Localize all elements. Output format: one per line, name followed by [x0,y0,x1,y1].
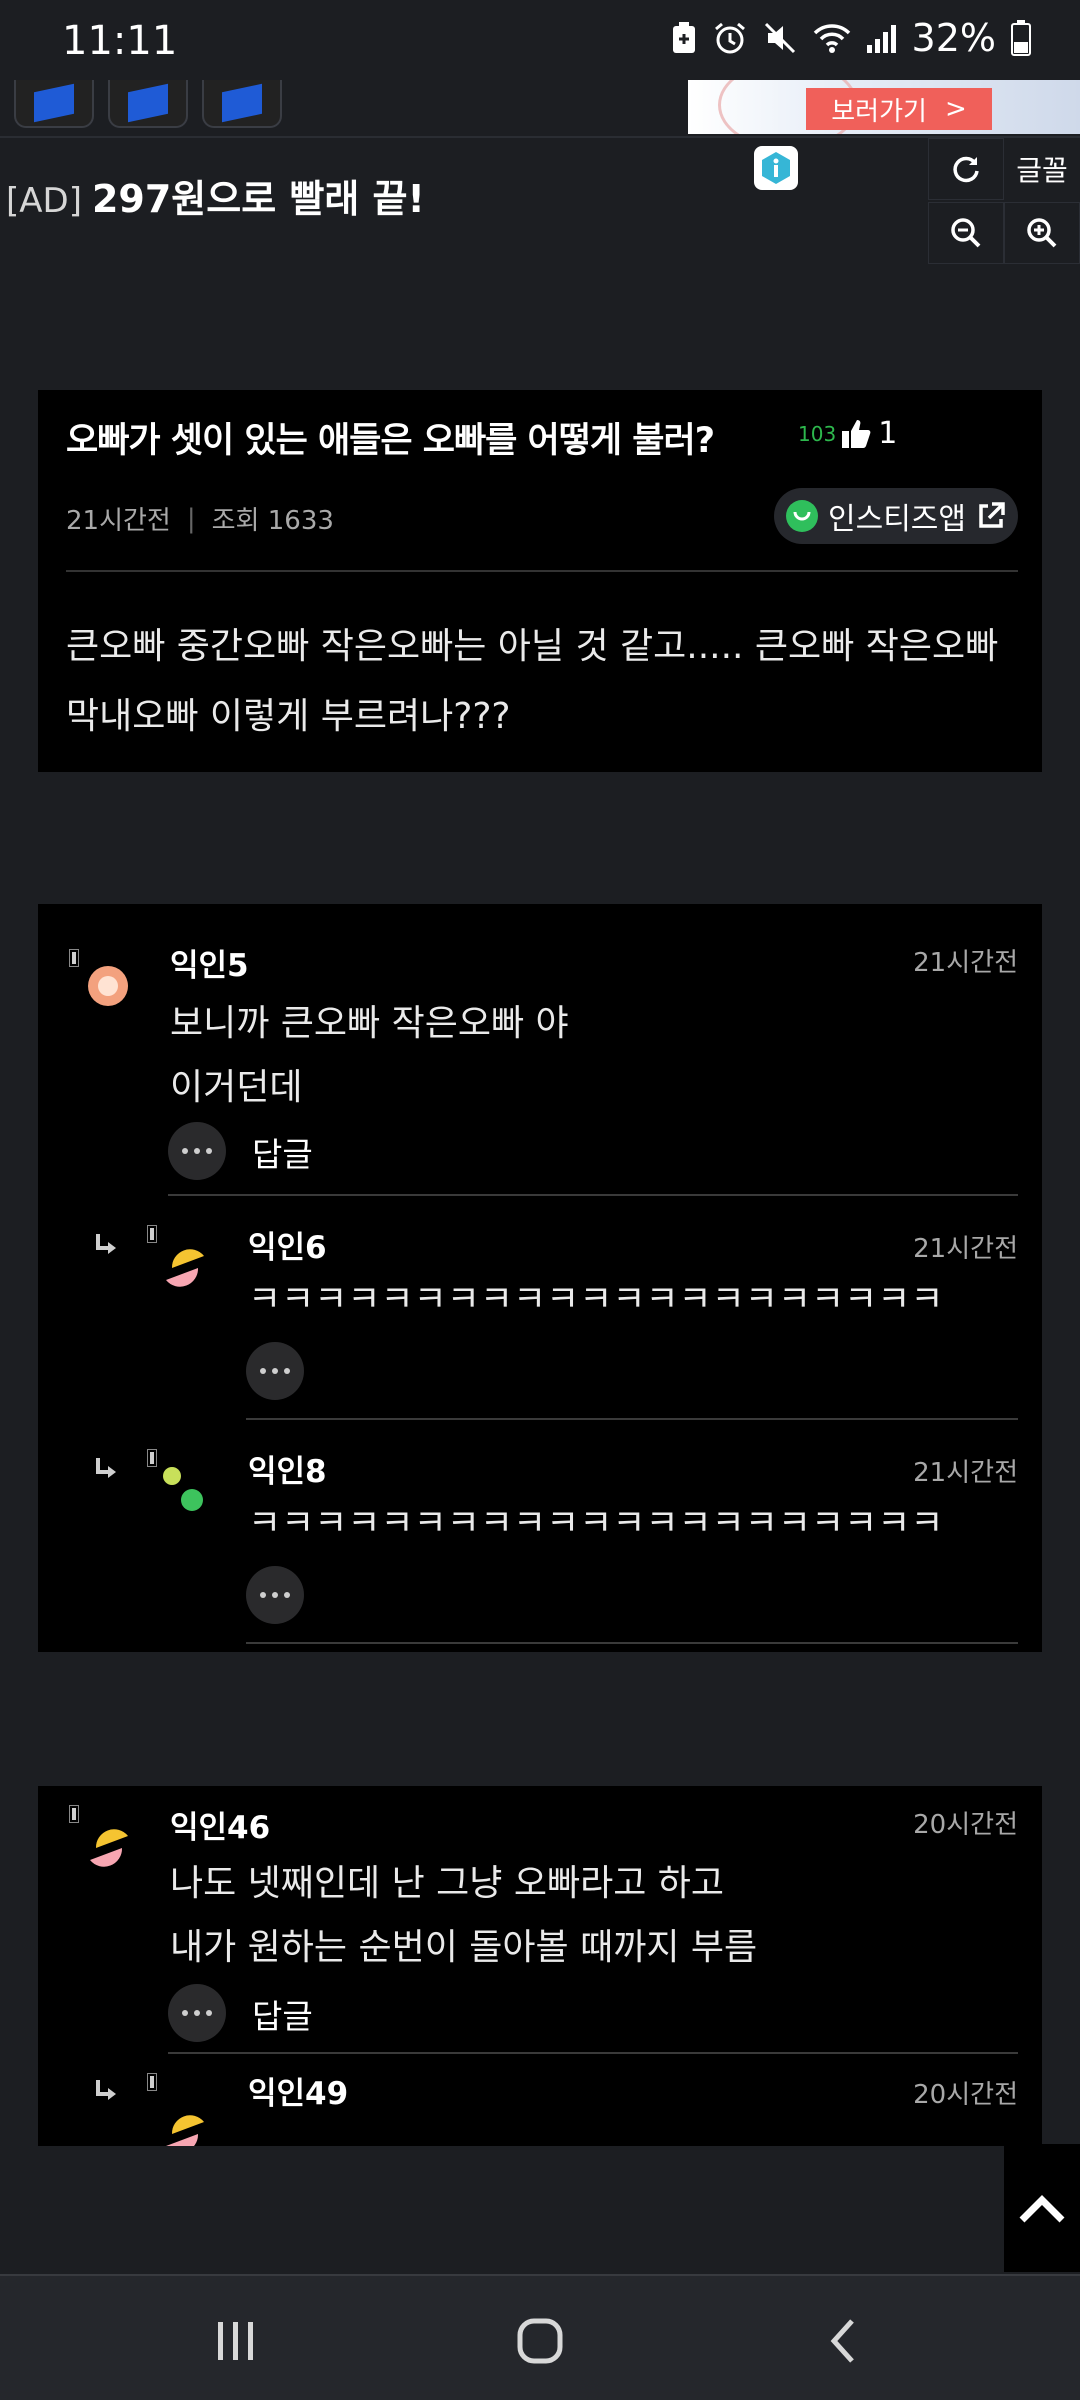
reply-button[interactable]: 답글 [252,1128,313,1176]
reply-button[interactable]: 답글 [252,1990,313,2038]
post-body: 큰오빠 중간오빠 작은오빠는 아닐 것 같고..... 큰오빠 작은오빠 막내오… [66,626,999,737]
like-count: 1 [878,416,898,451]
comment-thread: 익인46 20시간전 나도 넷째인데 난 그냥 오빠라고 하고 내가 원하는 순… [38,1786,1042,2146]
user-badge-icon [147,1225,157,1243]
comment-text-line: ㅋㅋㅋㅋㅋㅋㅋㅋㅋㅋㅋㅋㅋㅋㅋㅋㅋㅋㅋㅋㅋ [248,1279,944,1320]
refresh-button[interactable] [928,138,1004,200]
comment-time: 20시간전 [913,1810,1018,1840]
comment-author[interactable]: 익인49 [248,2068,348,2113]
reply-item: 익인49 20시간전 [38,2054,1042,2146]
more-options-button[interactable] [246,1566,304,1624]
avatar-icon [166,2115,204,2146]
system-nav-bar [0,2274,1080,2400]
post-time: 21시간전 [66,506,171,536]
ad-product-thumb[interactable] [108,80,188,128]
zoom-out-icon [951,218,981,248]
comment-text-line: 이거던데 [170,1067,303,1108]
thumbs-up-icon[interactable] [840,417,874,451]
ad-product-thumb[interactable] [202,80,282,128]
more-options-button[interactable] [168,1984,226,2042]
battery-saver-icon [672,22,695,53]
back-icon [830,2319,854,2363]
refresh-icon [953,156,979,183]
post-title: 오빠가 셋이 있는 애들은 오빠를 어떻게 불러? [66,421,715,461]
home-button[interactable] [500,2306,580,2376]
comment-time: 21시간전 [913,948,1018,978]
comment-author[interactable]: 익인6 [248,1222,327,1267]
comment-time: 21시간전 [913,1234,1018,1264]
reply-arrow-icon [96,2080,116,2100]
comment-count: 103 [798,421,837,446]
comment-time: 20시간전 [913,2080,1018,2110]
external-link-icon [979,502,1005,528]
user-badge-icon [147,1449,157,1467]
comment-text-line: 나도 넷째인데 난 그냥 오빠라고 하고 [170,1863,725,1904]
comment-text-line: ㅋㅋㅋㅋㅋㅋㅋㅋㅋㅋㅋㅋㅋㅋㅋㅋㅋㅋㅋㅋㅋ [248,1503,944,1544]
comment-text-line: 내가 원하는 순번이 돌아볼 때까지 부름 [170,1927,758,1968]
avatar-icon [90,1829,128,1867]
comment-item: 익인46 20시간전 나도 넷째인데 난 그냥 오빠라고 하고 내가 원하는 순… [38,1786,1042,2052]
comment-text-line: 보니까 큰오빠 작은오빠 야 [170,1003,569,1044]
comment-item: 익인5 21시간전 보니까 큰오빠 작은오빠 야 이거던데 답글 [38,904,1042,1194]
reply-arrow-icon [96,1458,116,1478]
mute-icon [764,22,795,54]
reply-item: 익인6 21시간전 ㅋㅋㅋㅋㅋㅋㅋㅋㅋㅋㅋㅋㅋㅋㅋㅋㅋㅋㅋㅋㅋ [38,1196,1042,1420]
wifi-icon [813,24,850,53]
ad-text-link[interactable]: [AD] 297원으로 빨래 끝! [6,168,425,223]
post-stats: 103 1 [798,416,897,451]
zoom-in-button[interactable] [1004,202,1080,264]
ad-view-button[interactable]: 보러가기 > [806,88,992,130]
post-meta: 21시간전 | 조회 1633 [66,500,334,537]
comment-author[interactable]: 익인8 [248,1446,327,1491]
ad-info-icon[interactable] [754,146,798,190]
user-badge-icon [69,949,79,967]
instiz-logo-icon [786,500,818,532]
font-button[interactable]: 글꼴 [1004,138,1080,200]
comment-time: 21시간전 [913,1458,1018,1488]
reply-arrow-icon [96,1234,116,1254]
back-button[interactable] [802,2306,882,2376]
comment-thread: 익인5 21시간전 보니까 큰오빠 작은오빠 야 이거던데 답글 익인6 21시… [38,904,1042,1652]
zoom-in-icon [1027,218,1057,248]
comment-author[interactable]: 익인46 [170,1802,270,1847]
more-options-button[interactable] [168,1122,226,1180]
alarm-icon [714,22,745,54]
user-badge-icon [69,1805,79,1823]
post-views: 조회 1633 [211,506,334,536]
ad-product-thumb[interactable] [14,80,94,128]
ad-banner[interactable]: 보러가기 > [688,80,1080,134]
user-badge-icon [147,2073,157,2091]
ad-view-arrow: > [944,94,967,124]
status-time: 11:11 [62,18,178,64]
comment-divider [246,1642,1018,1644]
recent-apps-icon [218,2322,253,2360]
reader-tools: 글꼴 [928,138,1080,266]
avatar-icon [163,1467,203,1511]
chevron-up-icon [1019,2195,1065,2223]
open-app-label: 인스티즈앱 [828,502,966,537]
battery-percent: 32% [911,16,996,60]
scroll-to-top-button[interactable] [1004,2144,1080,2272]
comment-author[interactable]: 익인5 [170,940,249,985]
zoom-out-button[interactable] [928,202,1004,264]
avatar-icon [88,966,128,1006]
avatar-icon [166,1249,204,1287]
home-icon [517,2318,563,2364]
post-card: 오빠가 셋이 있는 애들은 오빠를 어떻게 불러? 103 1 21시간전 | … [38,390,1042,772]
ad-view-label: 보러가기 [831,96,927,127]
recent-apps-button[interactable] [196,2306,276,2376]
meta-separator: | [186,503,196,534]
top-ad-strip: 보러가기 > [0,80,1080,138]
status-icons: 32% [670,16,1032,60]
post-divider [66,570,1018,572]
reply-item: 익인8 21시간전 ㅋㅋㅋㅋㅋㅋㅋㅋㅋㅋㅋㅋㅋㅋㅋㅋㅋㅋㅋㅋㅋ [38,1420,1042,1644]
ad-tag: [AD] [6,181,82,221]
open-app-button[interactable]: 인스티즈앱 [774,488,1018,544]
signal-icon [866,25,896,53]
ad-headline: 297원으로 빨래 끝! [91,177,425,221]
more-options-button[interactable] [246,1342,304,1400]
battery-icon [1011,20,1031,56]
status-bar: 11:11 32% [0,0,1080,80]
